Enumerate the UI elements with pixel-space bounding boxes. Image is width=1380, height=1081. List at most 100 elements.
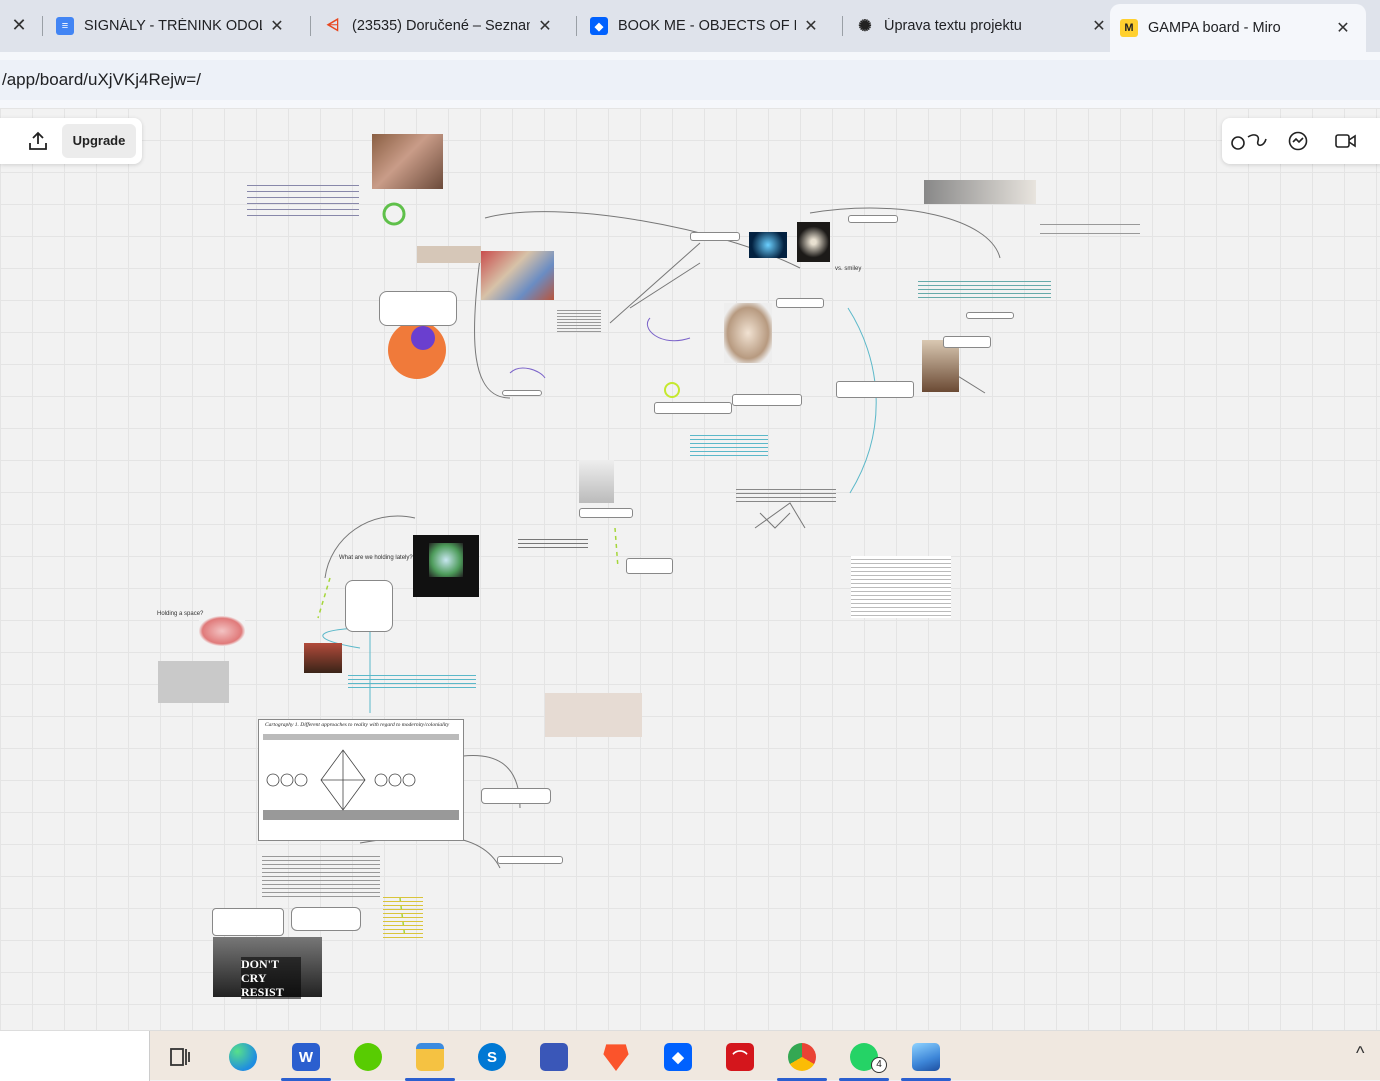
task-view-icon[interactable]: [155, 1037, 205, 1077]
chevron-up-icon[interactable]: ^: [1356, 1043, 1364, 1064]
board-image-protest-poster[interactable]: DON'T CRY RESIST: [213, 937, 322, 999]
board-note-card[interactable]: [776, 298, 824, 308]
chatgpt-icon: ✺: [858, 18, 872, 35]
board-image-figurine[interactable]: [724, 303, 772, 363]
whatsapp-icon[interactable]: 4: [839, 1037, 889, 1081]
board-note-card[interactable]: [212, 908, 284, 936]
upgrade-button[interactable]: Upgrade: [62, 124, 136, 158]
board-note-card[interactable]: [836, 381, 914, 398]
board-text-block[interactable]: [736, 486, 836, 502]
seznam-email-icon: ⩤: [326, 17, 340, 34]
taskbar-search-area[interactable]: [0, 1031, 150, 1081]
board-image-dark[interactable]: [797, 222, 830, 262]
label-vs-smiley[interactable]: vs. smiley: [835, 266, 861, 272]
chat-icon[interactable]: [1278, 123, 1318, 159]
board-image-book[interactable]: [413, 535, 479, 597]
board-image-sketch[interactable]: [579, 460, 614, 503]
url-field[interactable]: /app/board/uXjVKj4Rejw=/: [0, 60, 1380, 100]
board-image-scrap[interactable]: [417, 246, 481, 263]
windows-taskbar: W S ◆ ⌒ 4 ^: [0, 1030, 1380, 1081]
save-app-icon[interactable]: [529, 1037, 579, 1077]
dropbox-icon[interactable]: ◆: [653, 1037, 703, 1077]
board-note-card[interactable]: [966, 312, 1014, 319]
board-text-block[interactable]: [262, 853, 380, 897]
tab-seznam[interactable]: ⩤ (23535) Doručené – Seznam Email ✕: [314, 6, 564, 46]
board-image-text-scan[interactable]: [545, 693, 642, 737]
board-note-card[interactable]: [626, 558, 673, 574]
board-note-card[interactable]: [654, 402, 732, 414]
poster-text: DON'T CRY RESIST: [241, 957, 301, 999]
file-explorer-icon[interactable]: [405, 1037, 455, 1081]
tab-title: GAMPA board - Miro: [1148, 20, 1281, 36]
board-image-room[interactable]: [372, 134, 443, 189]
board-image-pattern[interactable]: [199, 616, 245, 646]
board-note-card[interactable]: [345, 580, 393, 632]
tab-title: (23535) Doručené – Seznam Email: [352, 18, 530, 34]
board-connectors: [317, 202, 1001, 939]
miro-top-left-toolbar: Upgrade: [0, 118, 142, 164]
board-text-block[interactable]: [690, 432, 768, 458]
acrobat-icon[interactable]: ⌒: [715, 1037, 765, 1077]
board-note-card[interactable]: [732, 394, 802, 406]
browser-tab-strip: ✕ ≡ SIGNÁLY - TRÉNINK ODOLNOSTI ✕ ⩤ (235…: [0, 0, 1380, 52]
tab-separator: [842, 16, 843, 36]
board-note-card[interactable]: [690, 232, 740, 241]
edge-icon[interactable]: [218, 1037, 268, 1077]
label-holding-space[interactable]: Holding a space?: [157, 611, 203, 617]
word-icon[interactable]: W: [281, 1037, 331, 1081]
board-image-crowd[interactable]: [481, 251, 554, 300]
chrome-icon[interactable]: [777, 1037, 827, 1081]
close-icon[interactable]: ✕: [1090, 16, 1108, 36]
close-icon[interactable]: ✕: [8, 14, 30, 36]
close-icon[interactable]: ✕: [536, 16, 554, 36]
board-image-diagram-gray[interactable]: [158, 661, 229, 703]
close-icon[interactable]: ✕: [1334, 18, 1352, 38]
board-note-card[interactable]: [579, 508, 633, 518]
board-image-gathering[interactable]: [304, 643, 342, 673]
google-docs-icon: ≡: [56, 17, 74, 35]
tab-title: SIGNÁLY - TRÉNINK ODOLNOSTI: [84, 18, 262, 34]
export-icon[interactable]: [20, 123, 56, 159]
board-text-block[interactable]: [918, 278, 1051, 300]
close-icon[interactable]: ✕: [802, 16, 820, 36]
dropbox-icon: ◆: [590, 17, 608, 35]
board-text-block[interactable]: [557, 308, 601, 332]
photos-icon[interactable]: [901, 1037, 951, 1081]
tab-separator: [576, 16, 577, 36]
label-what-holding[interactable]: What are we holding lately?: [339, 555, 413, 561]
board-note-card[interactable]: [943, 336, 991, 348]
board-note-card[interactable]: [379, 291, 457, 326]
miro-top-right-toolbar: [1222, 118, 1380, 164]
board-image-blue[interactable]: [749, 232, 787, 258]
close-icon[interactable]: ✕: [268, 16, 286, 36]
tab-miro-active[interactable]: M GAMPA board - Miro ✕: [1110, 4, 1366, 52]
tab-title: BOOK ME - OBJECTS OF LABOUR: [618, 18, 796, 34]
duolingo-icon[interactable]: [343, 1037, 393, 1077]
whatsapp-badge: 4: [871, 1057, 887, 1073]
tab-book-me[interactable]: ◆ BOOK ME - OBJECTS OF LABOUR ✕: [580, 6, 830, 46]
tab-signaly[interactable]: ≡ SIGNÁLY - TRÉNINK ODOLNOSTI ✕: [46, 6, 296, 46]
tab-title: Úprava textu projektu: [884, 18, 1022, 34]
board-note-card[interactable]: [848, 215, 898, 223]
video-icon[interactable]: [1326, 123, 1366, 159]
board-note-card[interactable]: [502, 390, 542, 396]
board-note-card[interactable]: [481, 788, 551, 804]
tab-separator: [42, 16, 43, 36]
tab-uprava-textu[interactable]: ✺ Úprava textu projektu ✕: [846, 6, 1118, 46]
board-text-block[interactable]: [518, 536, 588, 550]
tab-separator: [310, 16, 311, 36]
board-note-card[interactable]: [497, 856, 563, 864]
board-text-block[interactable]: [383, 894, 423, 938]
skype-icon[interactable]: S: [467, 1037, 517, 1077]
board-note-card[interactable]: [291, 907, 361, 931]
cartography-chart-card[interactable]: Cartography 1. Different approaches to r…: [258, 719, 464, 841]
board-text-block[interactable]: [348, 672, 476, 690]
miro-icon: M: [1120, 19, 1138, 37]
reactions-icon[interactable]: [1230, 123, 1270, 159]
brave-icon[interactable]: [591, 1037, 641, 1077]
miro-board-canvas[interactable]: DON'T CRY RESIST Cartography 1. Differen…: [0, 108, 1380, 1030]
board-image-banner[interactable]: [924, 180, 1036, 204]
board-text-block[interactable]: [851, 556, 951, 618]
board-text-block[interactable]: [1040, 216, 1140, 242]
board-text-block[interactable]: [247, 180, 359, 220]
